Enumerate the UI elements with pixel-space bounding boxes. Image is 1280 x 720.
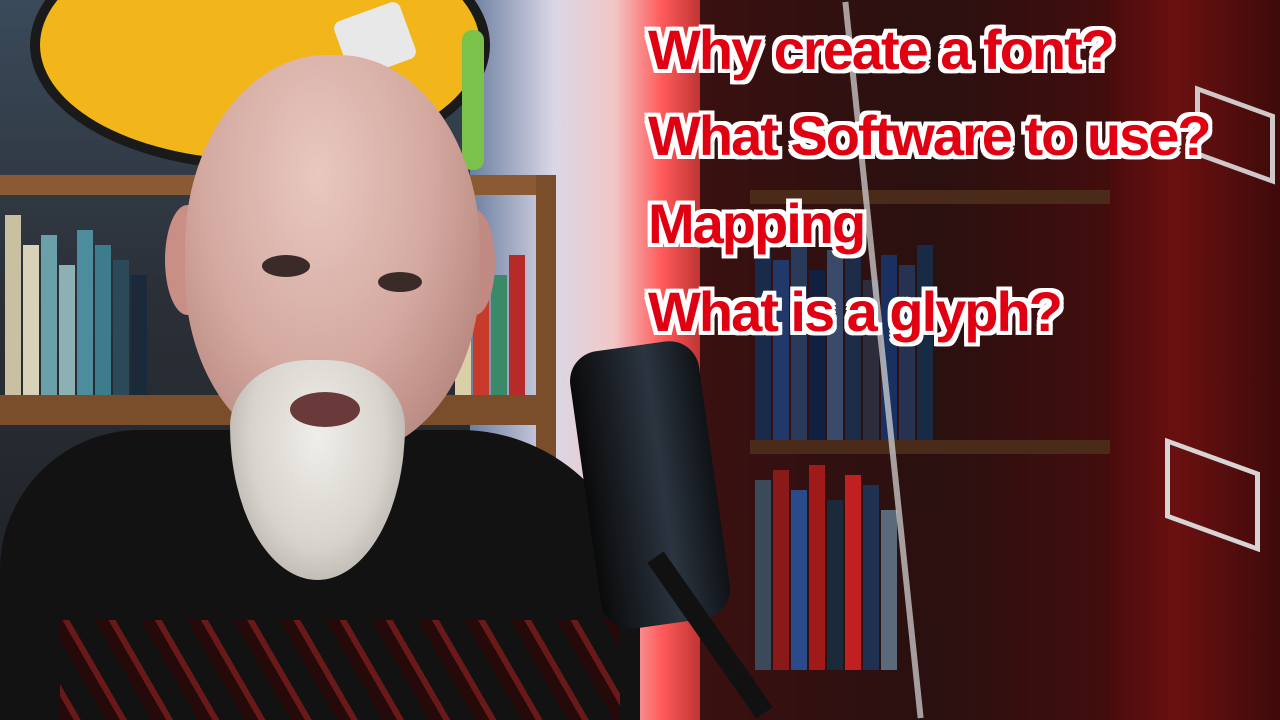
- left-eye: [262, 255, 310, 277]
- right-eye: [378, 272, 422, 292]
- video-frame: Why create a font? What Software to use?…: [0, 0, 1280, 720]
- overlay-line-1: Why create a font?: [648, 18, 1115, 81]
- shirt-graphic: [60, 620, 620, 720]
- mouth: [290, 392, 360, 427]
- overlay-line-4: What is a glyph?: [648, 280, 1063, 343]
- overlay-line-2: What Software to use?: [648, 104, 1212, 167]
- overlay-line-3: Mapping: [648, 192, 866, 255]
